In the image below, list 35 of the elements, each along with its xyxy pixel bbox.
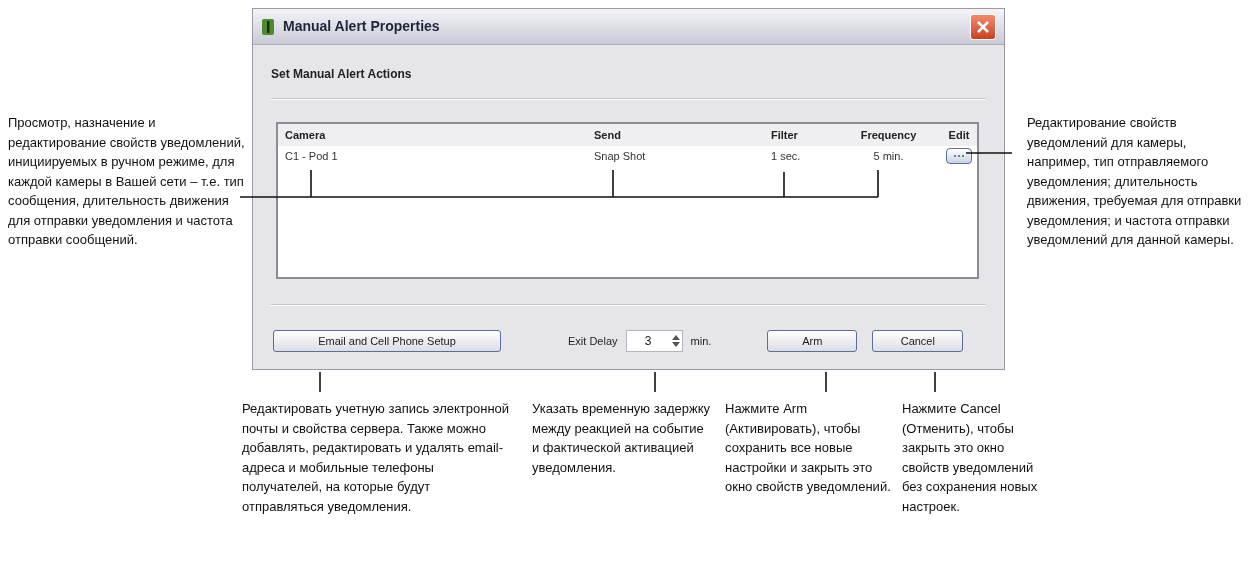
table-cell-text: 5 min.	[872, 148, 905, 164]
leader-line	[934, 371, 936, 393]
column-header: Frequency	[859, 127, 918, 143]
callout-text: Редактировать учетную запись электронной почты и свойства сервера. Также можно добавлять, редактировать и удалять email-адреса и мобильные телефоны получателей, на которые будут отправляться уведомления.	[242, 400, 511, 516]
app-icon	[261, 17, 275, 36]
cancel-button[interactable]: Cancel	[872, 330, 964, 352]
column-header: Camera	[284, 127, 327, 143]
close-button[interactable]	[970, 13, 996, 40]
exit-delay-label: Exit Delay	[568, 333, 618, 349]
exit-delay-spinner[interactable]: 3	[625, 330, 683, 352]
table-cell-text: Snap Shot	[593, 148, 647, 164]
spin-arrows-icon	[669, 333, 682, 349]
window-title: Manual Alert Properties	[283, 17, 440, 36]
edit-button[interactable]	[946, 148, 972, 164]
section-heading: Set Manual Alert Actions	[271, 66, 413, 83]
callout-text: Редактирование свойств уведомлений для камеры, например, тип отправляемого уведомления; длительность движения, требуемая для отправки уведомления; и частота отправки уведомлений для данной камеры.	[1027, 114, 1243, 249]
close-icon	[976, 19, 990, 34]
column-header: Send	[593, 127, 622, 143]
callout-text: Просмотр, назначение и редактирование свойств уведомлений, инициируемых в ручном режиме, для каждой камеры в Вашей сети – т.е. тип сообщения, длительность движения для отправки уведомления и частота отправки сообщений.	[8, 114, 246, 249]
arm-button[interactable]: Arm	[767, 330, 858, 352]
spinner-value: 3	[643, 333, 653, 350]
leader-line	[825, 371, 827, 393]
setup-button[interactable]: Email and Cell Phone Setup	[273, 330, 501, 352]
ellipsis-icon	[953, 154, 965, 158]
callout-text: Указать временную задержку между реакцией на событие и фактической активацией уведомления.	[532, 400, 711, 477]
leader-line	[654, 371, 656, 393]
leader-line	[319, 371, 321, 393]
callout-text: Нажмите Cancel (Отменить), чтобы закрыть это окно свойств уведомлений без сохранения новых настроек.	[902, 400, 1039, 516]
callout-text: Нажмите Arm (Активировать), чтобы сохранить все новые настройки и закрыть это окно свойств уведомлений.	[725, 400, 892, 496]
table-cell-text: 1 sec.	[770, 148, 802, 164]
table-cell-text: C1 - Pod 1	[284, 148, 339, 164]
leader-line	[965, 152, 1013, 154]
unit-label: min.	[690, 333, 712, 349]
column-header: Filter	[770, 127, 799, 143]
column-header: Edit	[947, 127, 971, 143]
